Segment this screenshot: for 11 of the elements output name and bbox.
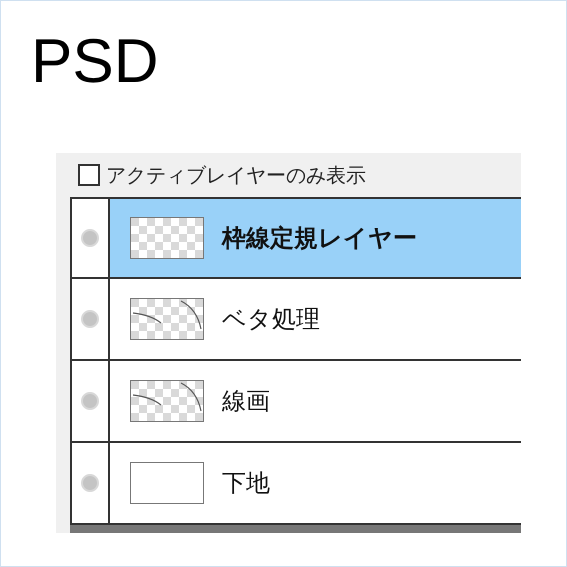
- layer-row[interactable]: 線画: [72, 361, 521, 443]
- layer-row[interactable]: ベタ処理: [72, 279, 521, 361]
- page-title: PSD: [30, 26, 160, 98]
- checkbox-label: アクティブレイヤーのみ表示: [106, 162, 366, 189]
- layer-name: 枠線定規レイヤー: [222, 223, 417, 254]
- layer-name: 線画: [222, 386, 270, 417]
- layer-row[interactable]: 下地: [72, 443, 521, 525]
- layer-row[interactable]: 枠線定規レイヤー: [72, 197, 521, 279]
- layer-name: ベタ処理: [222, 304, 320, 335]
- checkbox[interactable]: [78, 164, 100, 186]
- layer-name: 下地: [222, 468, 270, 499]
